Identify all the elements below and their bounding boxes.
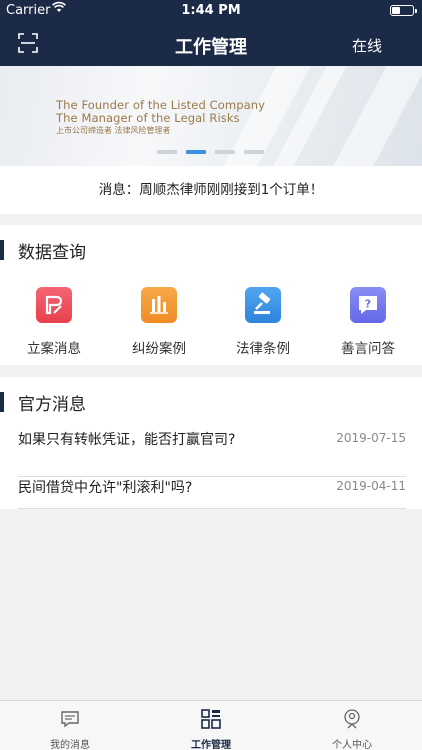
tab-personal-center[interactable]: 个人中心 (282, 701, 422, 750)
dispute-chart-icon (141, 287, 177, 323)
online-status-button[interactable]: 在线 (352, 35, 382, 56)
grid-item-legal-articles[interactable]: 法律条例 (211, 287, 315, 357)
grid-item-dispute-cases[interactable]: 纠纷案例 (107, 287, 211, 357)
grid-item-case-filing[interactable]: 立案消息 (2, 287, 106, 357)
news-date: 2019-04-11 (336, 479, 406, 493)
news-date: 2019-07-15 (336, 431, 406, 445)
carousel-dot[interactable] (215, 150, 235, 154)
tab-label: 我的消息 (50, 740, 90, 750)
user-icon (342, 709, 362, 729)
carousel-dot[interactable] (244, 150, 264, 154)
banner-line-2: The Manager of the Legal Risks (56, 111, 240, 125)
message-icon (60, 709, 80, 729)
official-news-section: 官方消息 如果只有转帐凭证，能否打赢官司? 2019-07-15 民间借贷中允许… (0, 377, 422, 509)
tab-bar: 我的消息 工作管理 个人中心 (0, 700, 422, 750)
tab-my-messages[interactable]: 我的消息 (0, 701, 140, 750)
news-item[interactable]: 民间借贷中允许"利滚利"吗? 2019-04-11 (18, 477, 406, 509)
section-title: 官方消息 (18, 395, 86, 415)
carousel-dot-active[interactable] (186, 150, 206, 154)
battery-icon (390, 5, 417, 16)
banner-carousel[interactable]: The Founder of the Listed Company The Ma… (0, 66, 422, 166)
status-bar: Carrier 1:44 PM (0, 0, 422, 22)
section-accent-bar (0, 392, 4, 412)
banner-line-1: The Founder of the Listed Company (56, 98, 266, 112)
banner-line-3: 上市公司缔造者 法律风险管理者 (56, 126, 171, 135)
grid-label: 立案消息 (27, 341, 81, 357)
news-title: 民间借贷中允许"利滚利"吗? (18, 480, 193, 496)
section-accent-bar (0, 240, 4, 260)
grid-label: 善言问答 (341, 341, 395, 357)
svg-text:?: ? (365, 298, 371, 311)
clock: 1:44 PM (181, 3, 241, 18)
grid-label: 法律条例 (236, 341, 290, 357)
question-chat-icon: ? (350, 287, 386, 323)
news-title: 如果只有转帐凭证，能否打赢官司? (18, 432, 236, 448)
grid-label: 纠纷案例 (132, 341, 186, 357)
tab-label: 工作管理 (191, 740, 231, 750)
gavel-icon (245, 287, 281, 323)
notice-bar[interactable]: 消息：周顺杰律师刚刚接到1个订单！ (0, 166, 422, 214)
tab-work-management[interactable]: 工作管理 (141, 701, 281, 750)
case-filing-icon (36, 287, 72, 323)
grid-item-qa[interactable]: ? 善言问答 (316, 287, 420, 357)
news-item[interactable]: 如果只有转帐凭证，能否打赢官司? 2019-07-15 (18, 429, 406, 477)
work-grid-icon (201, 709, 221, 729)
section-title: 数据查询 (18, 243, 86, 263)
tab-label: 个人中心 (332, 740, 372, 750)
carousel-dot[interactable] (157, 150, 177, 154)
data-query-section: 数据查询 立案消息 纠纷案例 法律条例 ? 善言问答 (0, 225, 422, 365)
nav-header: Carrier 1:44 PM 工作管理 在线 (0, 0, 422, 66)
